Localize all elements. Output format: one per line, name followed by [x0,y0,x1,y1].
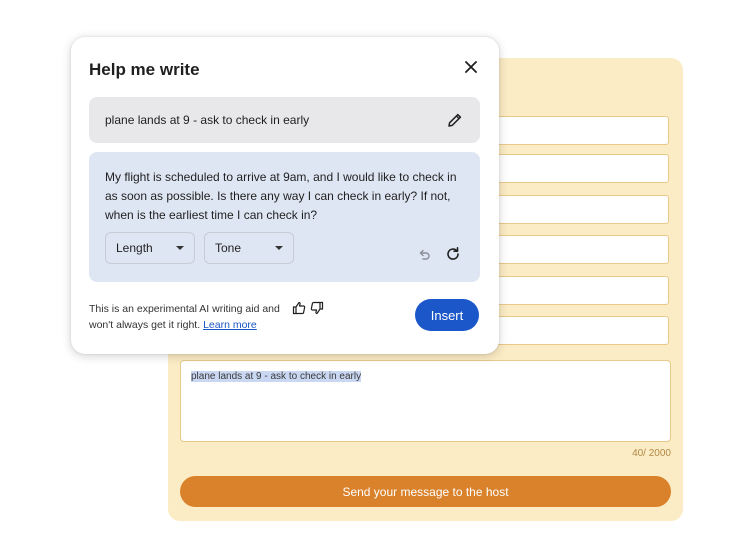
prompt-text: plane lands at 9 - ask to check in early [105,113,310,127]
edit-prompt-button[interactable] [446,111,464,129]
help-me-write-dialog: Help me write plane lands at 9 - ask to … [71,37,499,354]
message-textarea[interactable]: plane lands at 9 - ask to check in early [180,360,671,442]
close-button[interactable] [463,59,479,75]
dialog-title: Help me write [89,60,200,79]
length-label: Length [116,241,153,255]
insert-button[interactable]: Insert [415,299,479,331]
learn-more-link[interactable]: Learn more [203,319,257,331]
close-icon [465,61,477,73]
selected-message-text: plane lands at 9 - ask to check in early [191,371,362,382]
length-dropdown[interactable]: Length [105,232,195,264]
thumbs-down-button[interactable] [310,301,324,315]
tone-label: Tone [215,241,242,255]
tone-dropdown[interactable]: Tone [204,232,294,264]
undo-icon [419,249,430,260]
generated-result-box: My flight is scheduled to arrive at 9am,… [89,152,480,282]
thumbs-up-icon [292,301,306,315]
send-message-button[interactable]: Send your message to the host [180,476,671,507]
character-count: 40/ 2000 [632,448,671,459]
regenerate-button[interactable] [445,246,461,262]
thumbs-down-icon [310,301,324,315]
undo-button[interactable] [417,248,431,262]
generated-text: My flight is scheduled to arrive at 9am,… [105,170,457,222]
thumbs-up-button[interactable] [292,301,306,315]
chevron-down-icon [176,246,184,250]
chevron-down-icon [275,246,283,250]
pencil-icon [448,113,462,127]
prompt-box: plane lands at 9 - ask to check in early [89,97,480,143]
ai-disclaimer: This is an experimental AI writing aid a… [89,301,289,333]
refresh-icon [447,247,459,260]
